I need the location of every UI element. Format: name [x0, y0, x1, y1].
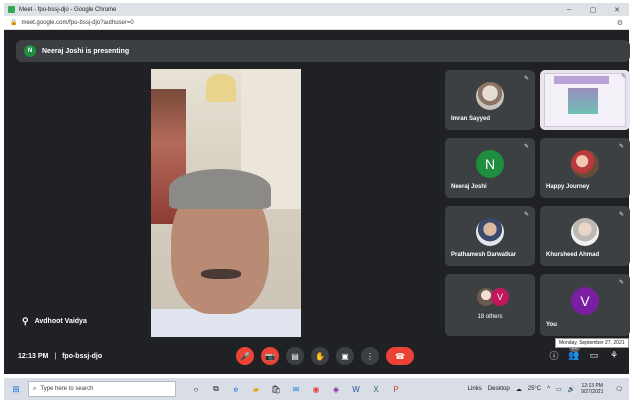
search-placeholder: Type here to search [40, 386, 94, 392]
address-bar[interactable]: 🔒 meet.google.com/fpo-bssj-djo?authuser=… [4, 16, 629, 30]
network-icon[interactable]: ▭ [556, 386, 562, 393]
avatar: N [476, 150, 504, 179]
activities-icon[interactable]: ⚘ [604, 350, 624, 361]
window-controls: – ▢ ✕ [557, 6, 629, 14]
meeting-separator: | [54, 353, 57, 360]
avatar [571, 218, 599, 247]
window-title: Meet - fpo-bssj-djo - Google Chrome [19, 6, 117, 13]
url-text[interactable]: meet.google.com/fpo-bssj-djo?authuser=0 [21, 20, 133, 26]
participant-tile[interactable]: ✎ Khursheed Ahmad [540, 206, 630, 266]
chat-icon[interactable]: ▭ [584, 350, 604, 361]
others-label: 18 others [477, 314, 503, 320]
meeting-time: 12:13 PM [18, 353, 49, 360]
chrome-icon[interactable]: ◉ [306, 381, 326, 397]
participant-name: Khursheed Ahmad [546, 252, 600, 258]
main-speaker-video[interactable] [151, 69, 301, 337]
pin-icon[interactable]: ✎ [524, 211, 529, 218]
self-tile[interactable]: ✎ V You [540, 274, 630, 336]
info-icon[interactable]: ⓘ [544, 349, 564, 362]
participant-tile[interactable]: ✎ Prathamesh Darwatkar [445, 206, 535, 266]
system-tray: Links Desktop ☁ 25°C ^ ▭ 🔊 12:13 PM 9/27… [468, 383, 629, 395]
participant-name: Prathamesh Darwatkar [451, 252, 517, 258]
presenting-text: Neeraj Joshi is presenting [42, 47, 130, 55]
pin-icon[interactable]: ✎ [619, 279, 624, 286]
browser-titlebar: Meet - fpo-bssj-djo - Google Chrome – ▢ … [4, 3, 629, 16]
avatar [476, 82, 504, 111]
maximize-button[interactable]: ▢ [581, 6, 605, 14]
others-tile[interactable]: V 18 others [445, 274, 535, 336]
clock-date: 9/27/2021 [581, 389, 604, 395]
present-button[interactable]: ▣ [336, 347, 354, 365]
captions-button[interactable]: ▤ [286, 347, 304, 365]
pin-icon[interactable]: ✎ [619, 143, 624, 150]
taskbar-clock[interactable]: 12:13 PM 9/27/2021 [581, 383, 609, 395]
taskbar-search[interactable]: ⌕ Type here to search [28, 381, 176, 397]
app-icon[interactable]: ◈ [326, 381, 346, 397]
powerpoint-icon[interactable]: P [386, 381, 406, 397]
participant-name: You [546, 322, 557, 328]
meet-window: N Neeraj Joshi is presenting ⚲ Avdhoot V… [4, 30, 630, 374]
extension-icon[interactable]: ⚙ [617, 19, 623, 27]
excel-icon[interactable]: X [366, 381, 386, 397]
participant-name: Imran Sayyed [451, 116, 491, 122]
avatar: V [571, 287, 599, 316]
links-toolbar[interactable]: Links [468, 386, 482, 392]
close-button[interactable]: ✕ [605, 6, 629, 14]
side-controls: ⓘ 👥 ▭ ⚘ [544, 349, 624, 362]
search-icon: ⌕ [33, 385, 37, 392]
avatar: V [491, 288, 509, 306]
weather-icon[interactable]: ☁ [516, 386, 522, 393]
meeting-code: fpo-bssj-djo [62, 353, 103, 360]
mail-icon[interactable]: ✉ [286, 381, 306, 397]
volume-icon[interactable]: 🔊 [568, 386, 575, 393]
pin-icon[interactable]: ✎ [524, 143, 529, 150]
participant-name: Happy Journey [546, 184, 590, 190]
word-icon[interactable]: W [346, 381, 366, 397]
date-tooltip: Monday, September 27, 2021 [555, 338, 629, 348]
main-speaker-label: Avdhoot Vaidya [34, 318, 87, 325]
participant-tile[interactable]: ✎ N Neeraj Joshi [445, 138, 535, 198]
windows-taskbar: ⊞ ⌕ Type here to search ○ ⧉ e ▰ 🛍 ✉ ◉ ◈ … [4, 378, 629, 400]
participant-name: Neeraj Joshi [451, 184, 487, 190]
lock-icon[interactable]: 🔒 [10, 19, 17, 26]
presentation-tile[interactable]: ✎ [540, 70, 630, 130]
windows-start-icon[interactable]: ⊞ [4, 384, 28, 395]
more-options-button[interactable]: ⋮ [361, 347, 379, 365]
end-call-button[interactable]: ☎ [386, 347, 414, 365]
pin-icon[interactable]: ✎ [621, 73, 626, 80]
raise-hand-button[interactable]: ✋ [311, 347, 329, 365]
tray-chevron-icon[interactable]: ^ [547, 386, 550, 392]
presenter-avatar: N [24, 45, 36, 57]
people-icon[interactable]: 👥 [564, 350, 584, 361]
minimize-button[interactable]: – [557, 6, 581, 14]
pin-icon[interactable]: ✎ [619, 211, 624, 218]
avatar [571, 150, 599, 179]
avatar [476, 218, 504, 247]
pin-icon: ⚲ [22, 316, 29, 326]
participant-tile[interactable]: ✎ Happy Journey [540, 138, 630, 198]
edge-icon[interactable]: e [226, 381, 246, 397]
desktop-toolbar[interactable]: Desktop [488, 386, 510, 392]
pin-icon[interactable]: ✎ [524, 75, 529, 82]
call-controls: 🎤 📷 ▤ ✋ ▣ ⋮ ☎ [236, 347, 414, 365]
main-speaker-name: ⚲ Avdhoot Vaidya [22, 316, 87, 327]
meet-favicon-icon [8, 6, 15, 13]
cortana-icon[interactable]: ○ [186, 381, 206, 397]
file-explorer-icon[interactable]: ▰ [246, 381, 266, 397]
taskbar-apps: ○ ⧉ e ▰ 🛍 ✉ ◉ ◈ W X P [186, 381, 406, 397]
store-icon[interactable]: 🛍 [266, 381, 286, 397]
task-view-icon[interactable]: ⧉ [206, 381, 226, 397]
meeting-details: 12:13 PM | fpo-bssj-djo [18, 353, 102, 360]
mic-off-button[interactable]: 🎤 [236, 347, 254, 365]
temperature[interactable]: 25°C [528, 386, 541, 392]
participant-tile[interactable]: ✎ Imran Sayyed [445, 70, 535, 130]
camera-off-button[interactable]: 📷 [261, 347, 279, 365]
notifications-icon[interactable]: 🗨 [615, 386, 623, 393]
presenting-banner: N Neeraj Joshi is presenting [16, 40, 630, 62]
